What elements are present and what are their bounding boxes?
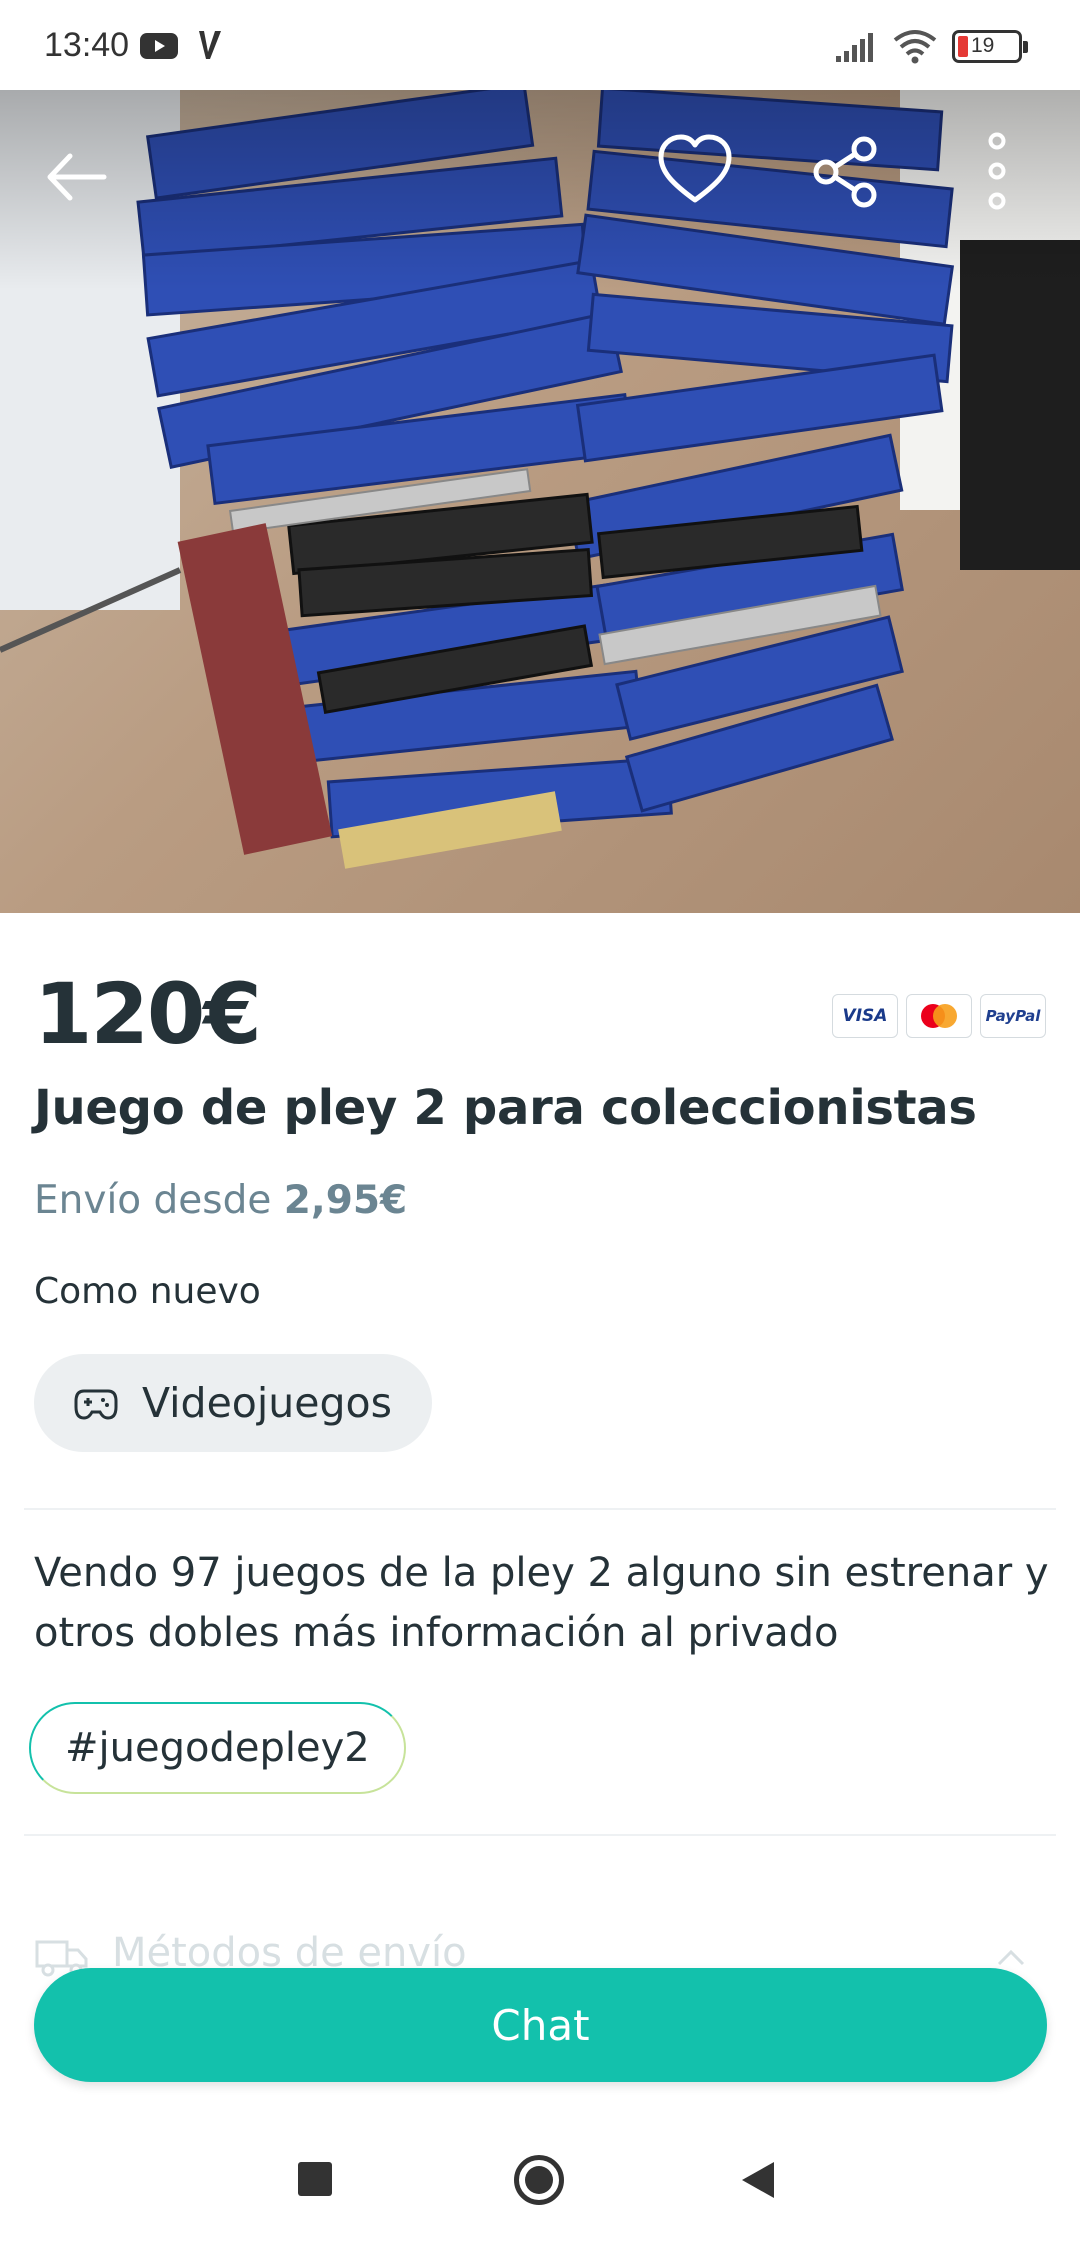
chevron-up-icon <box>997 1949 1025 1966</box>
mastercard-badge <box>906 994 972 1038</box>
mastercard-icon <box>921 1004 957 1028</box>
shipping-prefix: Envío desde <box>34 1178 284 1223</box>
battery-level: 19 <box>971 34 995 57</box>
battery-icon: 19 <box>952 30 1028 63</box>
product-photo[interactable] <box>0 90 1080 913</box>
more-vertical-icon[interactable] <box>980 128 1014 214</box>
system-nav-bar <box>0 2120 1080 2246</box>
divider <box>24 1508 1056 1510</box>
paypal-badge: PayPal <box>980 994 1046 1038</box>
category-label: Videojuegos <box>142 1379 392 1427</box>
visa-label: VISA <box>842 1006 888 1026</box>
condition: Como nuevo <box>34 1271 261 1312</box>
price-row: 120€ VISA PayPal <box>34 965 1046 1065</box>
v-app-icon <box>199 31 221 59</box>
heart-icon[interactable] <box>655 130 735 210</box>
listing-title: Juego de pley 2 para coleccionistas <box>34 1080 977 1136</box>
youtube-icon <box>140 33 178 59</box>
payment-methods: VISA PayPal <box>832 994 1046 1038</box>
category-chip[interactable]: Videojuegos <box>34 1354 432 1452</box>
share-icon[interactable] <box>810 135 884 209</box>
paypal-label: PayPal <box>985 1007 1041 1025</box>
status-bar: 13:40 19 <box>0 0 1080 90</box>
divider <box>24 1834 1056 1836</box>
status-time: 13:40 <box>44 26 130 64</box>
signal-icon <box>836 33 873 62</box>
chat-button[interactable]: Chat <box>34 1968 1047 2082</box>
shipping-price: 2,95€ <box>283 1178 408 1223</box>
home-button[interactable] <box>514 2155 564 2205</box>
price: 120€ <box>34 965 262 1063</box>
back-button[interactable] <box>740 2160 776 2200</box>
hashtag-chip[interactable]: #juegodepley2 <box>29 1702 406 1794</box>
gamepad-icon <box>74 1389 118 1420</box>
listing-description: Vendo 97 juegos de la pley 2 alguno sin … <box>34 1550 1049 1656</box>
shipping-info: Envío desde 2,95€ <box>34 1178 407 1223</box>
wifi-icon <box>893 30 937 64</box>
recent-apps-button[interactable] <box>298 2162 332 2196</box>
hero-top-gradient <box>0 90 1080 290</box>
visa-badge: VISA <box>832 994 898 1038</box>
back-arrow-icon[interactable] <box>42 142 112 212</box>
